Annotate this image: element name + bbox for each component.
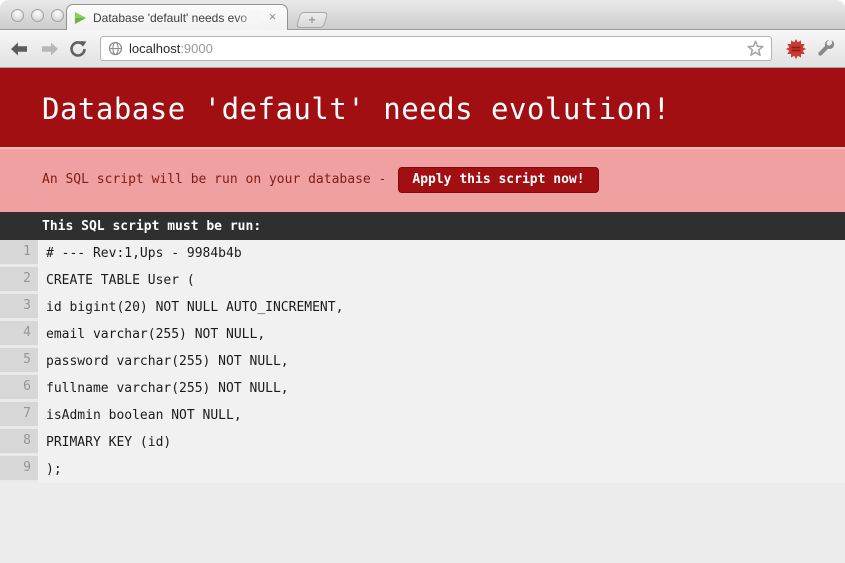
wrench-menu-button[interactable]	[814, 38, 836, 60]
extension-badge-icon	[786, 39, 806, 59]
line-text: fullname varchar(255) NOT NULL,	[38, 375, 845, 402]
wrench-icon	[816, 39, 835, 58]
line-number: 8	[0, 429, 38, 456]
code-line: 9 );	[0, 456, 845, 483]
script-header-bar: This SQL script must be run:	[0, 212, 845, 240]
window-controls	[11, 9, 64, 22]
line-text: CREATE TABLE User (	[38, 267, 845, 294]
back-arrow-icon	[11, 42, 29, 56]
line-text: PRIMARY KEY (id)	[38, 429, 845, 456]
minimize-window-button[interactable]	[31, 9, 44, 22]
code-line: 2 CREATE TABLE User (	[0, 267, 845, 294]
reload-icon	[69, 40, 87, 58]
line-number: 4	[0, 321, 38, 348]
line-text: email varchar(255) NOT NULL,	[38, 321, 845, 348]
new-tab-button[interactable]: +	[296, 12, 329, 28]
code-line: 3 id bigint(20) NOT NULL AUTO_INCREMENT,	[0, 294, 845, 321]
line-text: id bigint(20) NOT NULL AUTO_INCREMENT,	[38, 294, 845, 321]
line-text: isAdmin boolean NOT NULL,	[38, 402, 845, 429]
code-line: 6 fullname varchar(255) NOT NULL,	[0, 375, 845, 402]
zoom-window-button[interactable]	[51, 9, 64, 22]
url-text[interactable]: localhost:9000	[129, 41, 213, 56]
url-port: :9000	[180, 41, 213, 56]
code-line: 5 password varchar(255) NOT NULL,	[0, 348, 845, 375]
evolution-banner: An SQL script will be run on your databa…	[0, 147, 845, 212]
browser-window: + Database 'default' needs evo ×	[0, 0, 845, 563]
plus-icon: +	[299, 13, 325, 27]
browser-tab[interactable]: Database 'default' needs evo ×	[66, 4, 288, 30]
line-number: 1	[0, 240, 38, 267]
bookmark-star-icon[interactable]	[747, 40, 764, 57]
reload-button[interactable]	[67, 38, 89, 60]
tab-title: Database 'default' needs evo	[93, 11, 261, 25]
line-text: password varchar(255) NOT NULL,	[38, 348, 845, 375]
banner-message: An SQL script will be run on your databa…	[42, 172, 386, 187]
forward-button[interactable]	[38, 38, 60, 60]
sql-script-block: 1 # --- Rev:1,Ups - 9984b4b 2 CREATE TAB…	[0, 240, 845, 483]
line-number: 2	[0, 267, 38, 294]
apply-script-button[interactable]: Apply this script now!	[398, 167, 598, 193]
code-line: 1 # --- Rev:1,Ups - 9984b4b	[0, 240, 845, 267]
forward-arrow-icon	[40, 42, 58, 56]
error-header: Database 'default' needs evolution!	[0, 68, 845, 147]
line-number: 7	[0, 402, 38, 429]
code-line: 8 PRIMARY KEY (id)	[0, 429, 845, 456]
url-host: localhost	[129, 41, 180, 56]
close-window-button[interactable]	[11, 9, 24, 22]
tab-close-icon[interactable]: ×	[265, 10, 280, 25]
line-text: );	[38, 456, 845, 483]
line-number: 3	[0, 294, 38, 321]
back-button[interactable]	[9, 38, 31, 60]
code-line: 7 isAdmin boolean NOT NULL,	[0, 402, 845, 429]
page-content: Database 'default' needs evolution! An S…	[0, 68, 845, 563]
browser-toolbar: localhost:9000	[0, 30, 845, 68]
line-text: # --- Rev:1,Ups - 9984b4b	[38, 240, 845, 267]
code-line: 4 email varchar(255) NOT NULL,	[0, 321, 845, 348]
line-number: 6	[0, 375, 38, 402]
line-number: 5	[0, 348, 38, 375]
globe-icon[interactable]	[108, 41, 123, 56]
address-bar[interactable]: localhost:9000	[100, 36, 772, 61]
page-title: Database 'default' needs evolution!	[0, 68, 845, 126]
script-header-label: This SQL script must be run:	[42, 219, 261, 234]
tab-strip: + Database 'default' needs evo ×	[0, 0, 845, 30]
play-framework-favicon-icon	[74, 11, 87, 25]
line-number: 9	[0, 456, 38, 483]
extension-button[interactable]	[785, 38, 807, 60]
